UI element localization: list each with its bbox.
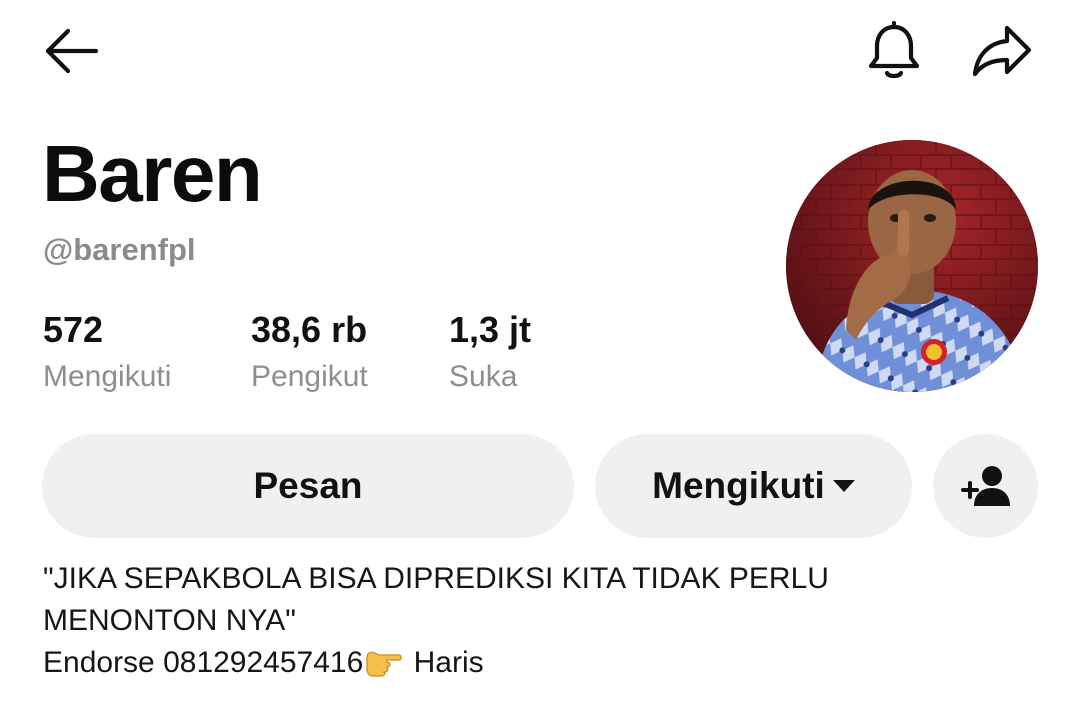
following-button-label: Mengikuti: [652, 465, 825, 506]
bio-line: MENONTON NYA": [43, 604, 296, 637]
followers-label: Pengikut: [251, 360, 368, 393]
message-button-label: Pesan: [253, 465, 363, 506]
share-arrow-icon: [972, 25, 1032, 77]
bio-line-endorse: Endorse 081292457416 Haris: [43, 642, 1043, 689]
caret-down-icon: [832, 480, 855, 492]
bio-endorse-text: Endorse 081292457416: [43, 646, 364, 679]
username: @barenfpl: [43, 232, 196, 267]
followers-stat[interactable]: 38,6 rb Pengikut: [251, 312, 368, 392]
following-dropdown-button[interactable]: Mengikuti: [595, 434, 912, 538]
bell-icon: [868, 21, 920, 79]
bio: "JIKA SEPAKBOLA BISA DIPREDIKSI KITA TID…: [43, 558, 1043, 689]
bio-line: "JIKA SEPAKBOLA BISA DIPREDIKSI KITA TID…: [43, 562, 829, 595]
share-button[interactable]: [964, 18, 1040, 84]
person-plus-icon: [960, 466, 1010, 506]
notification-button[interactable]: [858, 18, 930, 84]
back-button[interactable]: [36, 22, 106, 80]
display-name: Baren: [42, 129, 263, 218]
following-label: Mengikuti: [43, 360, 172, 393]
avatar[interactable]: [786, 140, 1038, 392]
likes-stat[interactable]: 1,3 jt Suka: [449, 312, 531, 392]
followers-count: 38,6 rb: [251, 309, 368, 350]
arrow-left-icon: [45, 28, 99, 74]
add-friend-button[interactable]: [933, 434, 1038, 538]
avatar-photo: [786, 140, 1038, 392]
following-count: 572: [43, 309, 104, 350]
likes-count: 1,3 jt: [449, 309, 532, 350]
message-button[interactable]: Pesan: [42, 434, 574, 538]
profile-page: Baren @barenfpl 572 Mengikuti 38,6 rb Pe…: [0, 0, 1080, 711]
likes-label: Suka: [449, 360, 518, 393]
bio-endorse-name: Haris: [405, 646, 484, 679]
pointing-right-emoji-icon: [365, 647, 403, 689]
following-stat[interactable]: 572 Mengikuti: [43, 312, 171, 392]
